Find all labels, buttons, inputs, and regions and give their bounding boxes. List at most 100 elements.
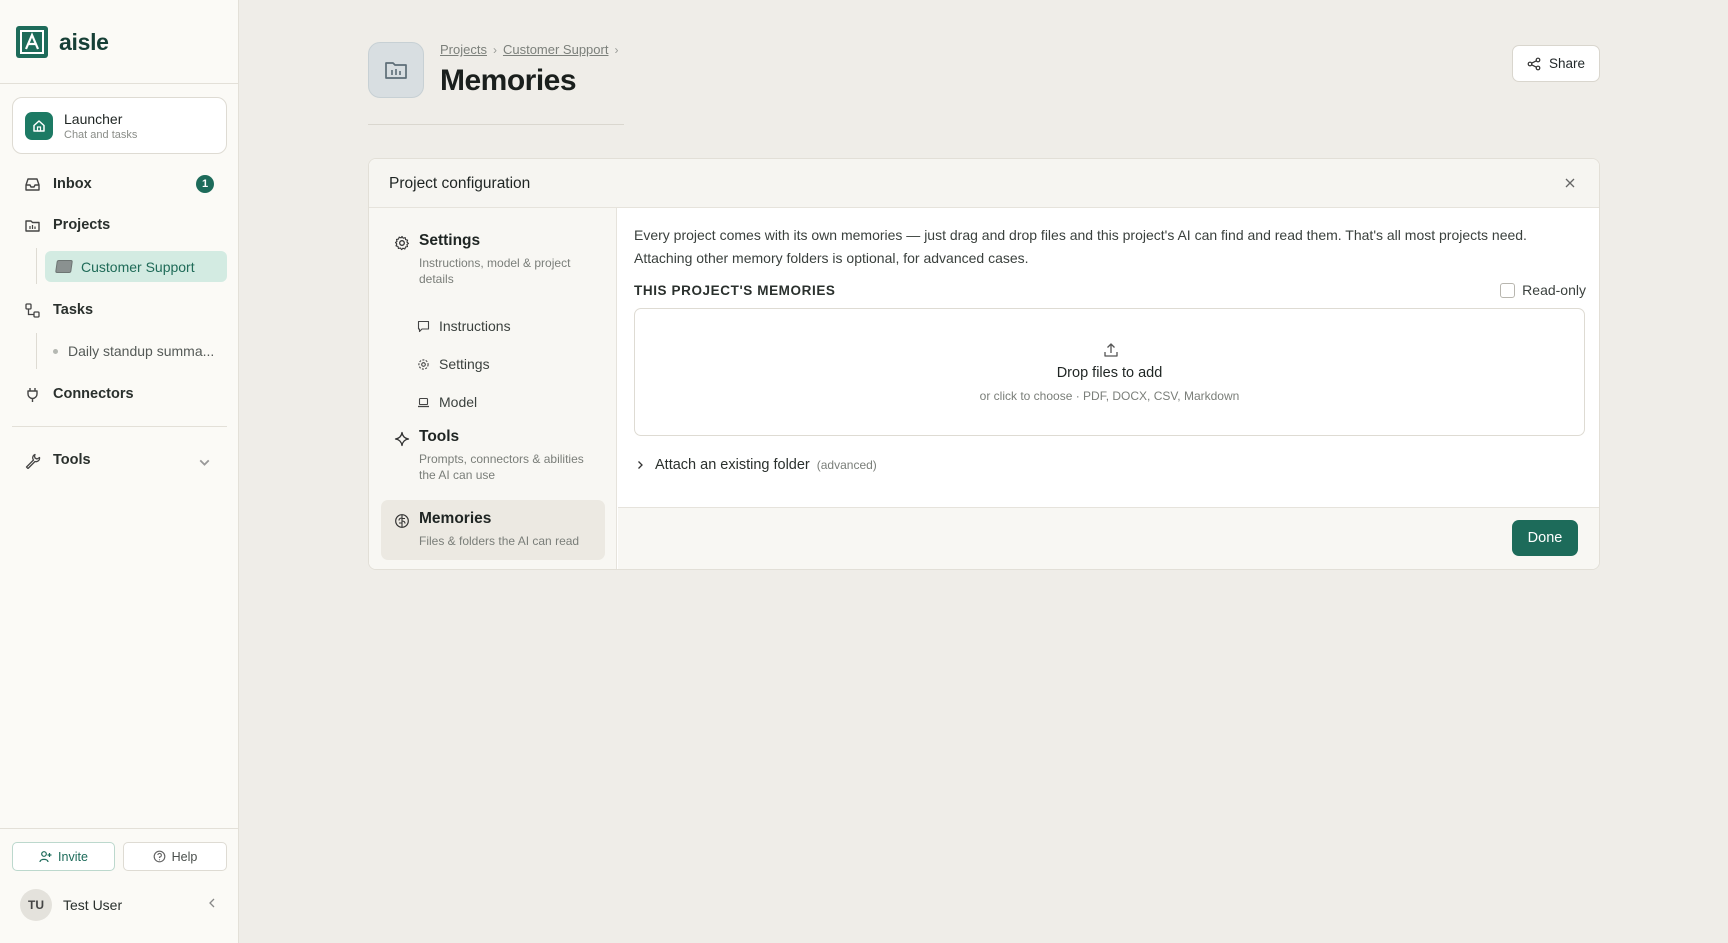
brand[interactable]: aisle	[16, 26, 109, 58]
sidebar-task-item[interactable]: Daily standup summa...	[45, 336, 227, 366]
divider	[368, 124, 624, 125]
divider	[12, 426, 227, 427]
config-nav-settings-sub[interactable]: Settings	[417, 352, 490, 376]
config-nav-memories[interactable]: Memories Files & folders the AI can read	[381, 500, 605, 560]
inbox-count-badge: 1	[196, 175, 214, 193]
bullet-dot	[53, 348, 58, 354]
brand-name: aisle	[59, 28, 109, 55]
breadcrumb-separator: ›	[614, 42, 619, 57]
read-only-toggle[interactable]: Read-only	[1500, 282, 1586, 298]
config-nav-description: Files & folders the AI can read	[419, 534, 580, 548]
laptop-icon	[418, 397, 429, 407]
dropzone-subtitle: or click to choose · PDF, DOCX, CSV, Mar…	[979, 389, 1240, 403]
config-nav: Settings Instructions, model & project d…	[369, 208, 617, 569]
inbox-icon	[25, 177, 40, 191]
read-only-label: Read-only	[1522, 282, 1586, 298]
share-button[interactable]: Share	[1512, 45, 1600, 82]
close-icon[interactable]	[1563, 176, 1577, 190]
upload-icon	[1104, 343, 1118, 357]
sidebar-item-connectors[interactable]: Connectors	[12, 378, 227, 410]
invite-label: Invite	[58, 849, 88, 864]
dropzone-title: Drop files to add	[1056, 365, 1163, 381]
user-profile[interactable]: TU Test User	[20, 889, 122, 921]
config-nav-sub-label: Instructions	[439, 318, 511, 334]
sidebar-item-label: Inbox	[53, 176, 92, 192]
divider	[0, 83, 239, 84]
share-icon	[1527, 57, 1541, 70]
panel-header: Project configuration	[369, 159, 1599, 208]
collapse-sidebar-chevron-icon[interactable]	[205, 896, 219, 910]
help-label: Help	[171, 849, 198, 864]
message-icon	[417, 320, 430, 332]
user-plus-icon	[39, 851, 52, 863]
config-nav-description: Prompts, connectors & abilities the AI c…	[419, 452, 584, 482]
attach-folder-toggle[interactable]: Attach an existing folder (advanced)	[634, 457, 877, 473]
panel-title: Project configuration	[389, 175, 531, 192]
memories-content: Every project comes with its own memorie…	[618, 208, 1599, 569]
sidebar-item-label: Projects	[53, 217, 111, 233]
sidebar-task-label: Daily standup summa...	[68, 343, 215, 359]
project-icon	[368, 42, 424, 98]
tree-line	[36, 248, 37, 284]
folder-icon	[385, 62, 407, 79]
panel-footer: Done	[618, 507, 1599, 569]
help-button[interactable]: Help	[123, 842, 227, 871]
sidebar-item-projects[interactable]: Projects	[12, 209, 227, 241]
sidebar-item-tasks[interactable]: Tasks	[12, 294, 227, 326]
wrench-icon	[25, 453, 41, 469]
home-icon	[25, 111, 53, 140]
chevron-down-icon	[199, 459, 210, 466]
sidebar-project-customer-support[interactable]: Customer Support	[45, 251, 227, 282]
config-nav-settings[interactable]: Settings Instructions, model & project d…	[381, 222, 605, 297]
memories-intro-text: Every project comes with its own memorie…	[634, 227, 1527, 266]
tree-line	[36, 333, 37, 369]
attach-folder-label: Attach an existing folder	[655, 457, 810, 473]
project-thumbnail-icon	[55, 260, 73, 273]
plug-icon	[27, 387, 38, 402]
sidebar-project-label: Customer Support	[81, 258, 195, 275]
gear-icon	[394, 235, 410, 251]
aisle-logo-icon	[16, 26, 48, 58]
config-nav-tools[interactable]: Tools Prompts, connectors & abilities th…	[381, 418, 605, 493]
done-button[interactable]: Done	[1512, 520, 1578, 556]
launcher-subtitle: Chat and tasks	[64, 128, 138, 141]
share-label: Share	[1548, 56, 1586, 71]
config-nav-sub-label: Model	[439, 394, 478, 410]
section-label: THIS PROJECT'S MEMORIES	[634, 283, 836, 298]
advanced-tag: (advanced)	[816, 458, 877, 472]
config-nav-title: Memories	[419, 510, 492, 527]
sidebar-item-label: Tools	[53, 452, 91, 468]
breadcrumb-customer-support[interactable]: Customer Support	[503, 42, 609, 57]
folder-icon	[25, 219, 40, 232]
divider	[0, 828, 239, 829]
invite-button[interactable]: Invite	[12, 842, 115, 871]
sparkle-icon	[394, 431, 410, 447]
sidebar-item-label: Connectors	[53, 386, 134, 402]
sidebar: aisle Launcher Chat and tasks Inbox 1 Pr…	[0, 0, 239, 943]
config-nav-sub-label: Settings	[439, 356, 490, 372]
help-circle-icon	[153, 850, 166, 863]
chevron-right-icon	[638, 461, 643, 469]
sidebar-item-label: Tasks	[53, 302, 94, 318]
sidebar-item-tools[interactable]: Tools	[12, 444, 227, 476]
breadcrumb-separator: ›	[492, 42, 497, 57]
config-nav-title: Tools	[419, 428, 460, 445]
page-title: Memories	[440, 64, 577, 97]
brain-icon	[395, 514, 409, 528]
config-nav-model[interactable]: Model	[417, 390, 477, 414]
launcher-button[interactable]: Launcher Chat and tasks	[12, 97, 227, 154]
project-configuration-panel: Project configuration Settings Instructi…	[368, 158, 1600, 570]
breadcrumb-projects[interactable]: Projects	[440, 42, 487, 57]
config-nav-description: Instructions, model & project details	[419, 256, 571, 286]
user-name: Test User	[63, 897, 123, 913]
gear-icon	[418, 358, 429, 370]
launcher-title: Launcher	[64, 110, 123, 127]
read-only-checkbox[interactable]	[1500, 282, 1516, 298]
sidebar-item-inbox[interactable]: Inbox 1	[12, 168, 227, 200]
avatar: TU	[20, 889, 52, 921]
config-nav-title: Settings	[419, 232, 481, 249]
config-nav-instructions[interactable]: Instructions	[417, 314, 511, 338]
file-dropzone[interactable]: Drop files to add or click to choose · P…	[634, 308, 1585, 436]
tasks-icon	[25, 302, 40, 318]
breadcrumb: Projects › Customer Support ›	[440, 42, 618, 57]
